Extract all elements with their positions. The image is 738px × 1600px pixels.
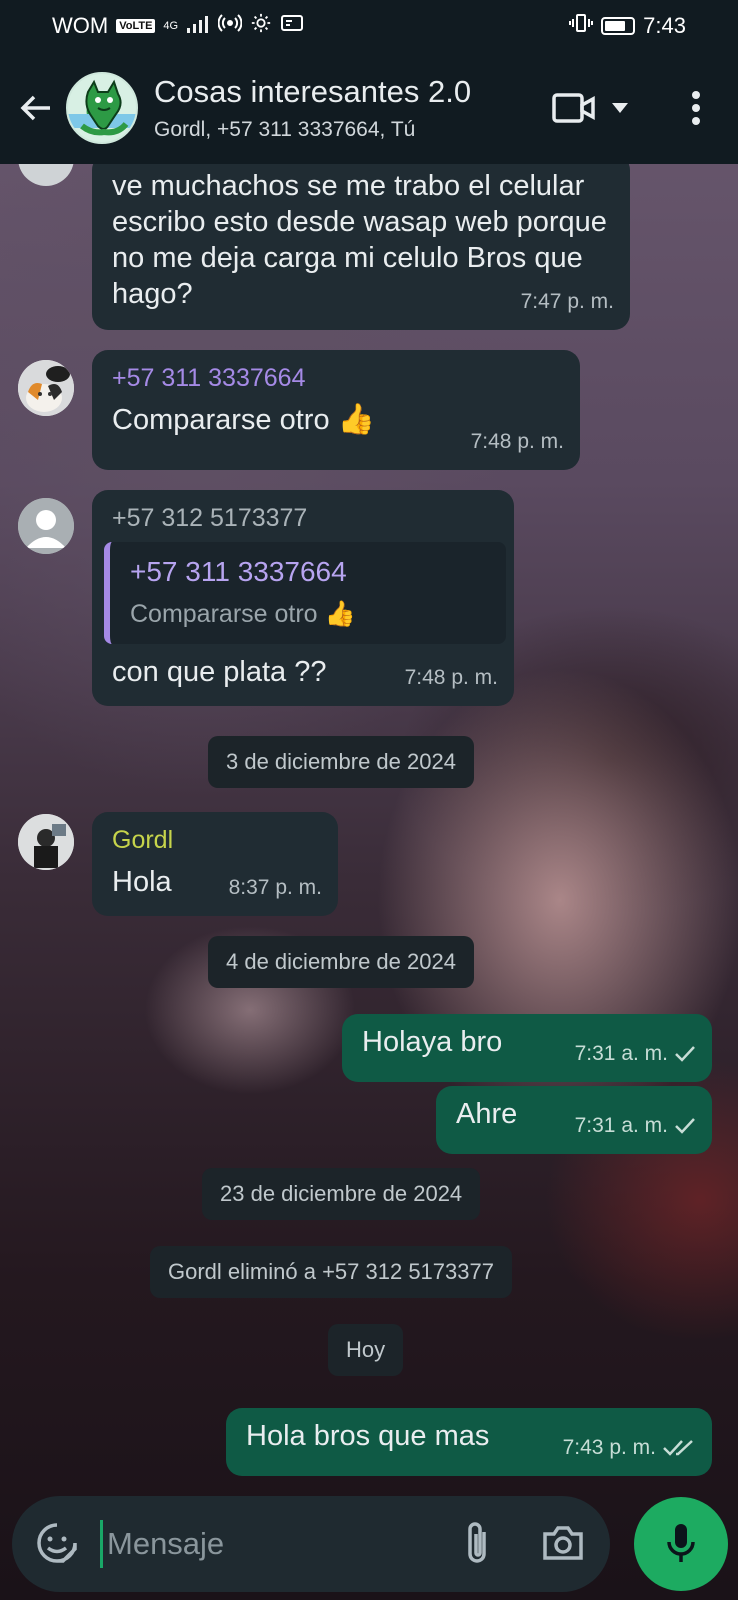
paperclip-icon xyxy=(468,1522,486,1563)
message-box xyxy=(12,1496,610,1592)
message-sender: Gordl xyxy=(112,826,174,854)
camera-button[interactable] xyxy=(538,1518,588,1568)
message-time: 7:31 a. m. xyxy=(574,1114,668,1137)
person-photo-avatar xyxy=(18,814,74,870)
group-avatar[interactable] xyxy=(66,72,138,144)
single-check-icon xyxy=(675,1046,695,1062)
group-title: Cosas interesantes 2.0 xyxy=(154,74,472,109)
quoted-message[interactable]: +57 311 3337664 Compararse otro 👍 xyxy=(104,542,506,644)
cat-photo-avatar xyxy=(18,360,74,416)
sticker-icon xyxy=(37,1523,77,1563)
microphone-icon xyxy=(667,1524,695,1562)
attach-button[interactable] xyxy=(452,1518,502,1568)
date-separator-today: Hoy xyxy=(328,1324,404,1376)
message-text: Compararse otro xyxy=(112,404,330,436)
more-vert-icon xyxy=(692,91,700,125)
message-bubble-outgoing[interactable]: Hola bros que mas 7:43 p. m. xyxy=(226,1408,712,1476)
status-time: 7:43 xyxy=(643,13,686,38)
sender-avatar[interactable] xyxy=(18,164,74,186)
message-sender: +57 311 3337664 xyxy=(112,364,306,392)
arrow-left-icon xyxy=(20,95,50,121)
date-separator: 23 de diciembre de 2024 xyxy=(202,1168,481,1220)
default-user-icon xyxy=(18,498,74,554)
thumbs-up-emoji: 👍 xyxy=(337,403,376,436)
group-members: Gordl, +57 311 3337664, Tú xyxy=(154,118,416,141)
message-bubble-incoming[interactable]: ve muchachos se me trabo el celular escr… xyxy=(92,164,630,330)
chevron-down-icon xyxy=(612,103,628,113)
chat-info[interactable]: Cosas interesantes 2.0 Gordl, +57 311 33… xyxy=(154,74,546,142)
message-bubble-incoming[interactable]: Gordl Hola 8:37 p. m. xyxy=(92,812,338,916)
message-bubble-incoming[interactable]: +57 312 5173377 +57 311 3337664 Comparar… xyxy=(92,490,514,706)
message-time: 7:47 p. m. xyxy=(520,290,614,313)
more-options-button[interactable] xyxy=(666,78,726,138)
notification-app-icon xyxy=(280,13,304,39)
message-composer xyxy=(0,1494,738,1600)
battery-icon xyxy=(601,17,636,35)
hotspot-icon xyxy=(217,11,243,41)
chat-header: Cosas interesantes 2.0 Gordl, +57 311 33… xyxy=(0,52,738,164)
sticker-button[interactable] xyxy=(32,1518,82,1568)
sender-avatar[interactable] xyxy=(18,498,74,554)
date-separator: 4 de diciembre de 2024 xyxy=(208,936,474,988)
vibrate-icon xyxy=(569,12,594,40)
sender-avatar[interactable] xyxy=(18,360,74,416)
sender-avatar[interactable] xyxy=(18,814,74,870)
message-input[interactable] xyxy=(100,1520,400,1568)
cat-cartoon-icon xyxy=(68,79,136,136)
message-time: 7:43 p. m. xyxy=(562,1436,656,1459)
carrier-label: WOM xyxy=(52,13,109,38)
status-bar: WOM VoLTE 4G 7:43 xyxy=(0,0,738,52)
date-separator: 3 de diciembre de 2024 xyxy=(208,736,474,788)
call-options-dropdown[interactable] xyxy=(602,78,638,138)
message-time: 7:48 p. m. xyxy=(470,430,564,453)
thumbs-up-emoji: 👍 xyxy=(324,600,356,628)
message-bubble-incoming[interactable]: +57 311 3337664 Compararse otro 👍 7:48 p… xyxy=(92,350,580,470)
quoted-sender: +57 311 3337664 xyxy=(130,556,347,587)
signal-icon xyxy=(186,14,210,39)
single-check-icon xyxy=(675,1118,695,1134)
voice-message-button[interactable] xyxy=(634,1497,728,1591)
message-time: 7:48 p. m. xyxy=(404,666,498,689)
video-call-icon xyxy=(552,93,595,123)
video-call-button[interactable] xyxy=(546,78,602,138)
volte-badge: VoLTE xyxy=(116,19,156,33)
message-time: 7:31 a. m. xyxy=(574,1042,668,1065)
message-bubble-outgoing[interactable]: Holaya bro 7:31 a. m. xyxy=(342,1014,712,1082)
quoted-text: Compararse otro xyxy=(130,600,318,628)
message-sender: +57 312 5173377 xyxy=(112,504,308,532)
camera-icon xyxy=(543,1526,583,1560)
system-message: Gordl eliminó a +57 312 5173377 xyxy=(150,1246,512,1298)
settings-gear-icon xyxy=(250,12,272,40)
back-button[interactable] xyxy=(6,78,66,138)
message-bubble-outgoing[interactable]: Ahre 7:31 a. m. xyxy=(436,1086,712,1154)
double-check-icon xyxy=(663,1440,693,1456)
battery-level xyxy=(605,21,625,31)
message-time: 8:37 p. m. xyxy=(228,876,322,899)
chat-messages[interactable]: ve muchachos se me trabo el celular escr… xyxy=(0,164,738,1494)
network-type: 4G xyxy=(163,20,179,32)
